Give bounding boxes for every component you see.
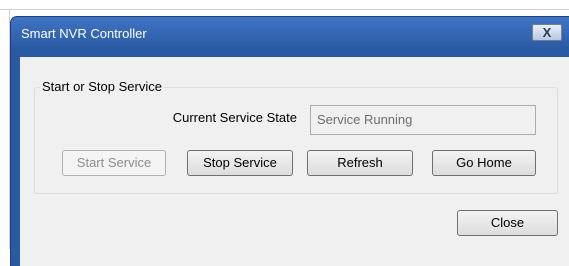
background-frame-top xyxy=(0,9,569,10)
close-icon[interactable]: X xyxy=(532,24,562,41)
window-title: Smart NVR Controller xyxy=(21,26,147,41)
refresh-button[interactable]: Refresh xyxy=(307,150,413,176)
service-state-field: Service Running xyxy=(310,105,536,135)
start-service-button[interactable]: Start Service xyxy=(62,150,166,176)
groupbox-legend: Start or Stop Service xyxy=(40,79,164,94)
service-groupbox xyxy=(34,87,558,194)
stop-service-button[interactable]: Stop Service xyxy=(187,150,293,176)
close-button[interactable]: Close xyxy=(457,210,558,236)
background-frame-left xyxy=(9,9,10,249)
service-state-label: Current Service State xyxy=(172,110,297,125)
dialog-client-area: Start or Stop Service Current Service St… xyxy=(20,57,569,266)
title-bar[interactable]: Smart NVR Controller X xyxy=(11,17,569,49)
go-home-button[interactable]: Go Home xyxy=(432,150,536,176)
dialog-window: Smart NVR Controller X Start or Stop Ser… xyxy=(11,17,569,266)
